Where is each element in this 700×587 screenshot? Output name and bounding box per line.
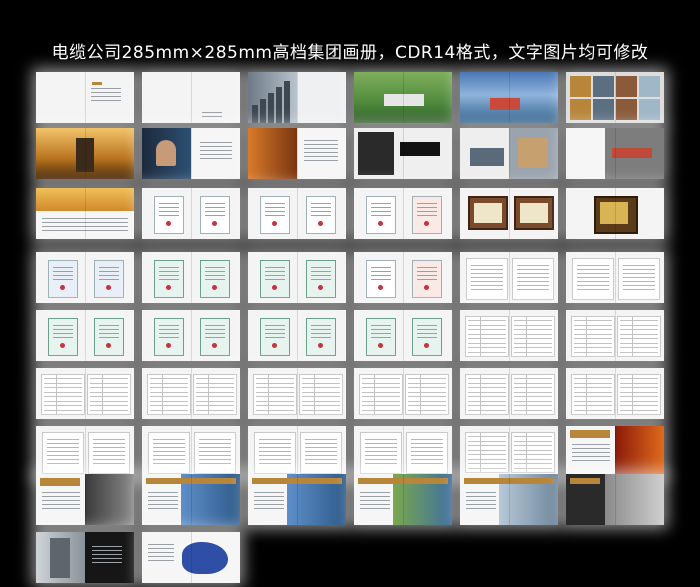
brochure-spread-cert-green [248,252,346,303]
brochure-spread-city-blue [248,474,346,525]
brochure-spread-plaque-gold [566,188,664,239]
brochure-spread-grid [36,72,664,583]
brochure-spread-office [460,128,558,179]
brochure-spread-city-blue [142,474,240,525]
brochure-spread-table [354,368,452,419]
brochure-spread-table [142,368,240,419]
brochure-spread-table [566,368,664,419]
brochure-spread-doc [566,252,664,303]
page-title: 电缆公司285mm×285mm高档集团画册，CDR14格式，文字图片均可修改 [51,43,649,63]
brochure-spread-collage [566,72,664,123]
brochure-spread-calligraphy [354,128,452,179]
brochure-spread-table [460,368,558,419]
brochure-spread-cover-white [36,72,134,123]
brochure-spread-cert-green [142,252,240,303]
brochure-spread-table [248,368,346,419]
brochure-spread-table [460,310,558,361]
brochure-spread-harbor [460,72,558,123]
brochure-spread-plaques [460,188,558,239]
brochure-spread-cert-pair [248,188,346,239]
brochure-spread-desert [36,188,134,239]
brochure-spread-portrait [142,128,240,179]
brochure-spread-china-map [142,532,240,583]
brochure-spread-city [248,72,346,123]
brochure-spread-doc [354,426,452,477]
brochure-spread-cert-red [354,188,452,239]
brochure-spread-tower [36,532,134,583]
brochure-spread-plain-white [142,72,240,123]
brochure-spread-golden-city [36,128,134,179]
brochure-spread-factory [354,72,452,123]
brochure-spread-table [36,368,134,419]
brochure-spread-doc [460,252,558,303]
brochure-spread-sunset-text [248,128,346,179]
brochure-spread-doc [248,426,346,477]
brochure-spread-handshake [566,128,664,179]
brochure-spread-cert-red [354,252,452,303]
brochure-spread-table [566,310,664,361]
brochure-spread-cert-green [36,310,134,361]
brochure-spread-city-green [354,474,452,525]
brochure-spread-cert-pair [142,188,240,239]
brochure-spread-cert-green [248,310,346,361]
brochure-spread-doc [36,426,134,477]
brochure-spread-buildings [460,474,558,525]
brochure-spread-industrial [566,474,664,525]
brochure-spread-doc [142,426,240,477]
brochure-spread-cert-green [354,310,452,361]
brochure-spread-fire [566,426,664,477]
brochure-spread-table [460,426,558,477]
brochure-spread-cert-blue [36,252,134,303]
brochure-spread-hands [36,474,134,525]
brochure-spread-cert-green [142,310,240,361]
